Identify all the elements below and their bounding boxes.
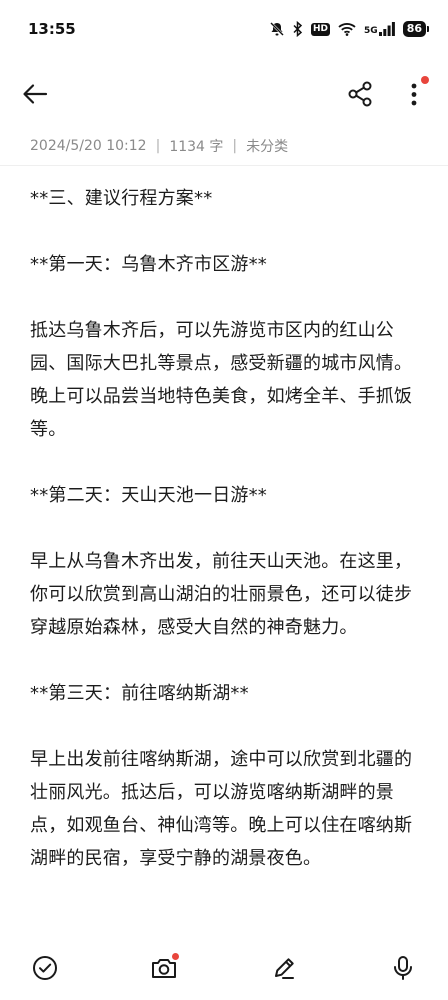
note-meta: 2024/5/20 10:12 | 1134 字 | 未分类: [30, 136, 288, 156]
bottom-toolbar: [0, 940, 448, 1000]
share-icon[interactable]: [346, 80, 374, 108]
note-date: 2024/5/20 10:12: [30, 138, 147, 154]
note-body[interactable]: **三、建议行程方案** **第一天：乌鲁木齐市区游** 抵达乌鲁木齐后，可以先…: [30, 182, 422, 940]
wifi-icon: [338, 22, 356, 36]
note-paragraph[interactable]: **三、建议行程方案**: [30, 182, 422, 215]
status-bar: 13:55 HD 5G 86: [0, 0, 448, 58]
status-icons: HD 5G 86: [269, 21, 430, 37]
note-paragraph[interactable]: **第二天：天山天池一日游**: [30, 479, 422, 512]
status-time: 13:55: [28, 20, 76, 38]
note-category[interactable]: 未分类: [246, 136, 288, 156]
note-paragraph[interactable]: 早上从乌鲁木齐出发，前往天山天池。在这里，你可以欣赏到高山湖泊的壮丽景色，还可以…: [30, 545, 422, 644]
checklist-icon[interactable]: [31, 954, 59, 982]
note-paragraph[interactable]: 早上出发前往喀纳斯湖，途中可以欣赏到北疆的壮丽风光。抵达后，可以游览喀纳斯湖畔的…: [30, 743, 422, 875]
arrow-left-icon[interactable]: [20, 80, 50, 108]
note-paragraph[interactable]: **第三天：前往喀纳斯湖**: [30, 677, 422, 710]
note-paragraph[interactable]: 抵达乌鲁木齐后，可以先游览市区内的红山公园、国际大巴扎等景点，感受新疆的城市风情…: [30, 314, 422, 446]
hd-badge: HD: [311, 22, 331, 36]
network-type: 5G: [364, 26, 378, 36]
notification-dot: [421, 76, 429, 84]
cellular-signal-icon: 5G: [364, 22, 395, 36]
meta-separator: |: [232, 138, 238, 154]
note-toolbar: [0, 66, 448, 122]
divider: [0, 165, 448, 166]
camera-notification-dot: [172, 953, 179, 960]
bluetooth-icon: [293, 21, 303, 37]
mute-bell-icon: [269, 21, 285, 37]
microphone-icon[interactable]: [389, 954, 417, 982]
pen-icon[interactable]: [270, 954, 298, 982]
note-paragraph[interactable]: **第一天：乌鲁木齐市区游**: [30, 248, 422, 281]
note-word-count: 1134 字: [169, 139, 224, 155]
battery-indicator: 86: [402, 21, 430, 37]
meta-separator: |: [155, 138, 161, 154]
